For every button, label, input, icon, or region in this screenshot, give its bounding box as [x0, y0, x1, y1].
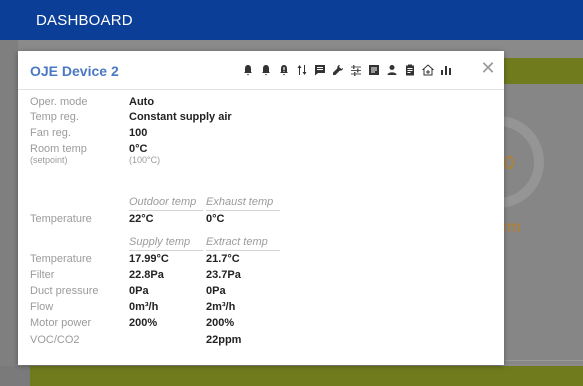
- sliders-icon[interactable]: [349, 62, 363, 78]
- close-icon[interactable]: ✕: [480, 59, 496, 77]
- list-icon[interactable]: [367, 62, 381, 78]
- supply-value: 22.8Pa: [129, 269, 164, 281]
- app-title: DASHBOARD: [36, 12, 133, 29]
- row-label: VOC/CO2: [30, 334, 80, 346]
- background-footer-left: [0, 366, 30, 386]
- extract-value: 22ppm: [206, 334, 242, 346]
- background-divider: [505, 360, 583, 361]
- exhaust-temp-value: 0°C: [206, 213, 225, 225]
- extract-value: 2m³/h: [206, 301, 236, 313]
- extract-value: 200%: [206, 317, 235, 329]
- supply-value: 0Pa: [129, 285, 149, 297]
- row-label: Duct pressure: [30, 285, 99, 297]
- message-icon[interactable]: [313, 62, 327, 78]
- background-footer-strip: [30, 366, 583, 386]
- sort-arrows-icon[interactable]: [295, 62, 309, 78]
- row-label: Temperature: [30, 253, 92, 265]
- row-label: Flow: [30, 301, 54, 313]
- outdoor-temp-value: 22°C: [129, 213, 154, 225]
- device-modal: OJE Device 2 ✕ Oper. mode Auto Temp reg.…: [18, 51, 504, 365]
- background-gauge-value: 0: [504, 153, 515, 173]
- temp-reg-value: Constant supply air: [129, 111, 232, 123]
- bar-chart-icon[interactable]: [439, 62, 453, 78]
- room-temp-value: 0°C: [129, 143, 148, 155]
- room-temp-setpoint-label: (setpoint): [30, 155, 68, 165]
- supply-value: 200%: [129, 317, 158, 329]
- extract-temp-header: Extract temp: [206, 236, 268, 248]
- home-plus-icon[interactable]: [421, 62, 435, 78]
- modal-header: OJE Device 2 ✕: [18, 51, 504, 90]
- row-label: Motor power: [30, 317, 92, 329]
- supply-value: 0m³/h: [129, 301, 159, 313]
- room-temp-setpoint-value: (100°C): [129, 155, 161, 165]
- fan-reg-value: 100: [129, 127, 148, 139]
- background-alarm-text: rm: [502, 219, 521, 236]
- room-temp-label: Room temp: [30, 143, 87, 155]
- modal-toolbar: [241, 61, 457, 79]
- fan-reg-label: Fan reg.: [30, 127, 71, 139]
- supply-value: 17.99°C: [129, 253, 169, 265]
- top-bar: DASHBOARD: [0, 0, 583, 40]
- extract-value: 23.7Pa: [206, 269, 241, 281]
- modal-title: OJE Device 2: [30, 63, 119, 79]
- outdoor-temperature-label: Temperature: [30, 213, 92, 225]
- bell-icon[interactable]: [259, 62, 273, 78]
- user-icon[interactable]: [385, 62, 399, 78]
- wrench-icon[interactable]: [331, 62, 345, 78]
- bell-icon[interactable]: [241, 62, 255, 78]
- oper-mode-value: Auto: [129, 96, 155, 108]
- clipboard-icon[interactable]: [403, 62, 417, 78]
- outdoor-temp-rule: [129, 210, 203, 211]
- supply-temp-rule: [129, 250, 203, 251]
- extract-value: 21.7°C: [206, 253, 240, 265]
- row-label: Filter: [30, 269, 55, 281]
- temp-reg-label: Temp reg.: [30, 111, 79, 123]
- supply-temp-header: Supply temp: [129, 236, 191, 248]
- outdoor-temp-header: Outdoor temp: [129, 196, 197, 208]
- bell-alert-icon[interactable]: [277, 62, 291, 78]
- oper-mode-label: Oper. mode: [30, 96, 88, 108]
- extract-value: 0Pa: [206, 285, 226, 297]
- exhaust-temp-rule: [206, 210, 280, 211]
- extract-temp-rule: [206, 250, 280, 251]
- exhaust-temp-header: Exhaust temp: [206, 196, 274, 208]
